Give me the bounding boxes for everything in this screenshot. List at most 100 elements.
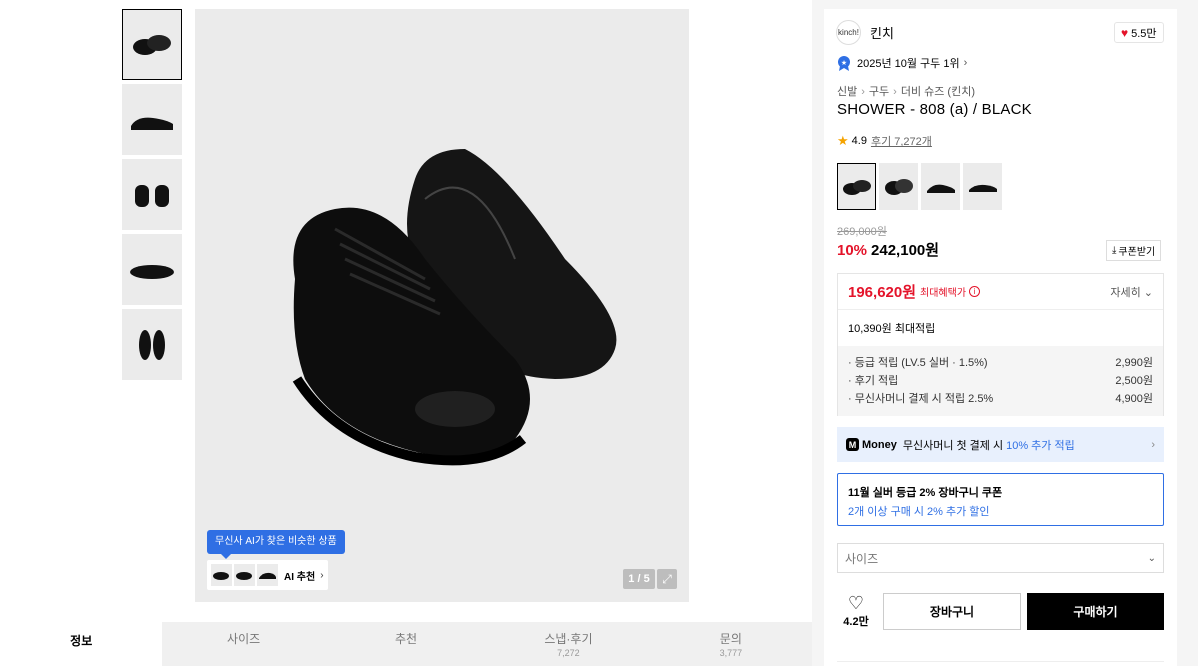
discount-rate: 10% [837, 242, 868, 259]
silver-coupon-sub: 2개 이상 구매 시 2% 추가 할인 [848, 506, 990, 518]
max-benefit-label: 최대혜택가 [920, 288, 967, 299]
color-option[interactable] [879, 163, 918, 210]
tab-label: 스냅·후기 [544, 632, 593, 646]
breadcrumb-item[interactable]: 신발 [837, 86, 857, 98]
like-count: 5.5만 [1131, 27, 1157, 40]
thumbnail-3[interactable] [122, 159, 182, 230]
shoe-top-view-icon [139, 329, 165, 360]
product-info-panel: kinch! 킨치 ♥ 5.5만 ★ 2025년 10월 구두 1위 › 신발 ›… [824, 9, 1177, 666]
coupon-label: 쿠폰받기 [1118, 247, 1156, 258]
money-text: 무신사머니 첫 결제 시 [902, 439, 1004, 452]
rank-text: 2025년 10월 구두 1위 [857, 58, 960, 70]
tab-reviews[interactable]: 스냅·후기 7,272 [487, 622, 649, 666]
silver-coupon-box[interactable]: 11월 실버 등급 2% 장바구니 쿠폰 2개 이상 구매 시 2% 추가 할인 [837, 473, 1164, 526]
money-accent: 10% 추가 적립 [1006, 439, 1075, 452]
tab-label: 정보 [70, 634, 93, 648]
brand-name: 킨치 [870, 26, 894, 41]
main-product-image[interactable]: 무신사 AI가 찾은 비슷한 상품 AI 추천 › 1 / 5 ⤢ [195, 9, 689, 602]
thumbnail-5[interactable] [122, 309, 182, 380]
shoe-icon [236, 572, 252, 580]
shoe-back-icon [135, 184, 169, 207]
thumbnail-list [122, 9, 182, 384]
tab-inquiry[interactable]: 문의 3,777 [650, 622, 812, 666]
points-row: · 무신사머니 결제 시 적립 2.5% 4,900원 [848, 390, 1153, 408]
ai-tooltip: 무신사 AI가 찾은 비슷한 상품 [207, 530, 345, 559]
shoe-icon [968, 184, 997, 192]
rating: ★ 4.9 후기 7,272개 [837, 133, 932, 149]
chevron-down-icon: ⌄ [1147, 552, 1156, 564]
max-benefit-row[interactable]: 196,620원 최대혜택가 i 자세히 ⌄ [838, 274, 1163, 310]
thumbnail-4[interactable] [122, 234, 182, 305]
ai-rec-item[interactable] [211, 564, 232, 586]
chevron-right-icon: › [963, 57, 968, 69]
size-placeholder: 사이즈 [845, 551, 879, 566]
rank-link[interactable]: ★ 2025년 10월 구두 1위 › [837, 55, 967, 71]
color-option[interactable] [837, 163, 876, 210]
svg-text:★: ★ [841, 59, 847, 67]
wish-button[interactable]: ♡ 4.2만 [837, 593, 875, 629]
points-row: · 등급 적립 (LV.5 실버 · 1.5%) 2,990원 [848, 354, 1153, 372]
points-list: · 등급 적립 (LV.5 실버 · 1.5%) 2,990원 · 후기 적립 2,… [838, 346, 1163, 416]
shoe-icon [884, 178, 913, 195]
shoe-icon [926, 184, 955, 193]
expand-icon[interactable]: ⤢ [657, 569, 677, 589]
tab-size[interactable]: 사이즈 [162, 622, 324, 666]
section-divider [837, 661, 1164, 666]
size-select[interactable]: 사이즈 ⌄ [837, 543, 1164, 573]
info-icon[interactable]: i [969, 286, 981, 297]
shoe-side-icon [131, 117, 173, 130]
points-value: 2,990원 [1115, 357, 1153, 369]
breadcrumb-item[interactable]: 구두 [869, 86, 889, 98]
thumbnail-1[interactable] [122, 9, 182, 80]
ai-rec-item[interactable] [257, 564, 278, 586]
points-value: 4,900원 [1115, 393, 1153, 405]
thumbnail-2[interactable] [122, 84, 182, 155]
tab-label: 추천 [394, 632, 418, 646]
tab-count: 3,777 [719, 648, 743, 658]
detail-toggle[interactable]: 자세히 ⌄ [1110, 284, 1153, 300]
tab-info[interactable]: 정보 [0, 622, 163, 666]
color-option[interactable] [963, 163, 1002, 210]
points-label: · 등급 적립 (LV.5 실버 · 1.5%) [848, 357, 988, 369]
color-option[interactable] [921, 163, 960, 210]
ai-recommend-box[interactable]: AI 추천 › [207, 560, 328, 590]
wish-count: 4.2만 [843, 616, 869, 628]
original-price: 269,000원 [837, 226, 887, 238]
shoe-sole-icon [130, 264, 174, 279]
ai-recommend-label: AI 추천 [284, 571, 316, 583]
ai-rec-item[interactable] [234, 564, 255, 586]
chevron-right-icon: › [893, 86, 897, 98]
benefit-box: 196,620원 최대혜택가 i 자세히 ⌄ 10,390원 최대적립 · 등급… [837, 273, 1164, 416]
chevron-right-icon: › [861, 86, 865, 98]
points-label: · 무신사머니 결제 시 적립 2.5% [848, 393, 994, 405]
brand-logo: kinch! [836, 20, 861, 45]
breadcrumb-item[interactable]: 더비 슈즈 (킨치) [901, 86, 975, 98]
buy-button[interactable]: 구매하기 [1027, 593, 1164, 630]
heart-outline-icon: ♡ [847, 593, 865, 613]
heart-icon: ♥ [1121, 25, 1129, 40]
rating-value: 4.9 [851, 135, 867, 147]
rank-badge-icon: ★ [838, 55, 850, 71]
chevron-right-icon: › [320, 569, 324, 581]
points-value: 2,500원 [1115, 375, 1153, 387]
shoe-icon [259, 572, 276, 579]
money-banner[interactable]: M Money 무신사머니 첫 결제 시 10% 추가 적립 › [837, 427, 1164, 462]
sale-price: 242,100원 [871, 242, 940, 259]
max-points: 10,390원 최대적립 [848, 323, 936, 335]
black-derby-shoes-image [292, 149, 617, 466]
star-icon: ★ [837, 133, 849, 148]
review-link[interactable]: 후기 7,272개 [871, 133, 932, 149]
points-label: · 후기 적립 [848, 375, 899, 387]
coupon-button[interactable]: ⤓ 쿠폰받기 [1106, 240, 1162, 261]
cart-button[interactable]: 장바구니 [883, 593, 1021, 630]
tab-label: 사이즈 [227, 632, 261, 646]
brand-like-button[interactable]: ♥ 5.5만 [1114, 22, 1164, 43]
brand-link[interactable]: kinch! 킨치 [836, 20, 894, 45]
silver-coupon-title: 11월 실버 등급 2% 장바구니 쿠폰 [848, 487, 1003, 499]
tab-recommend[interactable]: 추천 [325, 622, 487, 666]
chevron-down-icon: ⌄ [1143, 286, 1153, 299]
money-brand: Money [862, 438, 897, 451]
shoe-pair-top-icon [133, 34, 171, 55]
tab-label: 문의 [719, 632, 742, 646]
money-logo-icon: M [846, 438, 859, 451]
